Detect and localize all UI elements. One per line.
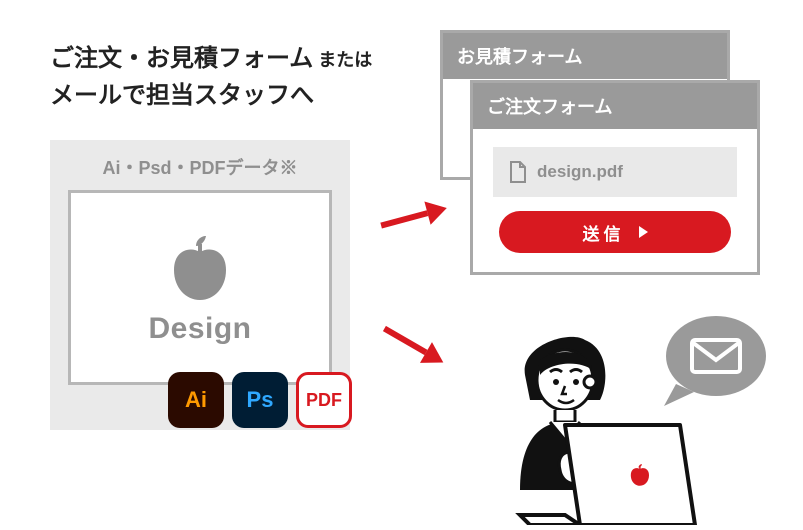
headline-line2: メールで担当スタッフへ <box>50 77 372 114</box>
quote-form-title: お見積フォーム <box>443 33 727 79</box>
design-card: Design <box>68 190 332 385</box>
headline-line1-strong: ご注文・お見積フォーム <box>50 45 313 72</box>
design-card-label: Design <box>148 312 251 346</box>
document-icon <box>509 161 527 183</box>
play-icon <box>639 226 648 238</box>
submit-button-label: 送信 <box>583 220 625 245</box>
pdf-badge: PDF <box>296 372 352 428</box>
uploaded-file-name: design.pdf <box>537 162 623 182</box>
form-windows: お見積フォーム ご注文フォーム design.pdf 送信 <box>440 30 760 290</box>
headline: ご注文・お見積フォーム または メールで担当スタッフへ <box>50 40 372 114</box>
headline-line1-sub: または <box>313 50 372 70</box>
uploaded-file-chip: design.pdf <box>493 147 737 197</box>
person-at-laptop-illustration <box>470 330 700 525</box>
arrow-to-mail-icon <box>370 306 456 384</box>
ai-badge: Ai <box>168 372 224 428</box>
apple-icon <box>166 230 234 302</box>
order-form-title: ご注文フォーム <box>473 83 757 129</box>
submit-button[interactable]: 送信 <box>499 211 731 253</box>
ps-badge: Ps <box>232 372 288 428</box>
file-type-badges: Ai Ps PDF <box>168 372 352 428</box>
order-form-window: ご注文フォーム design.pdf 送信 <box>470 80 760 275</box>
design-panel-title: Ai・Psd・PDFデータ※ <box>68 154 332 180</box>
